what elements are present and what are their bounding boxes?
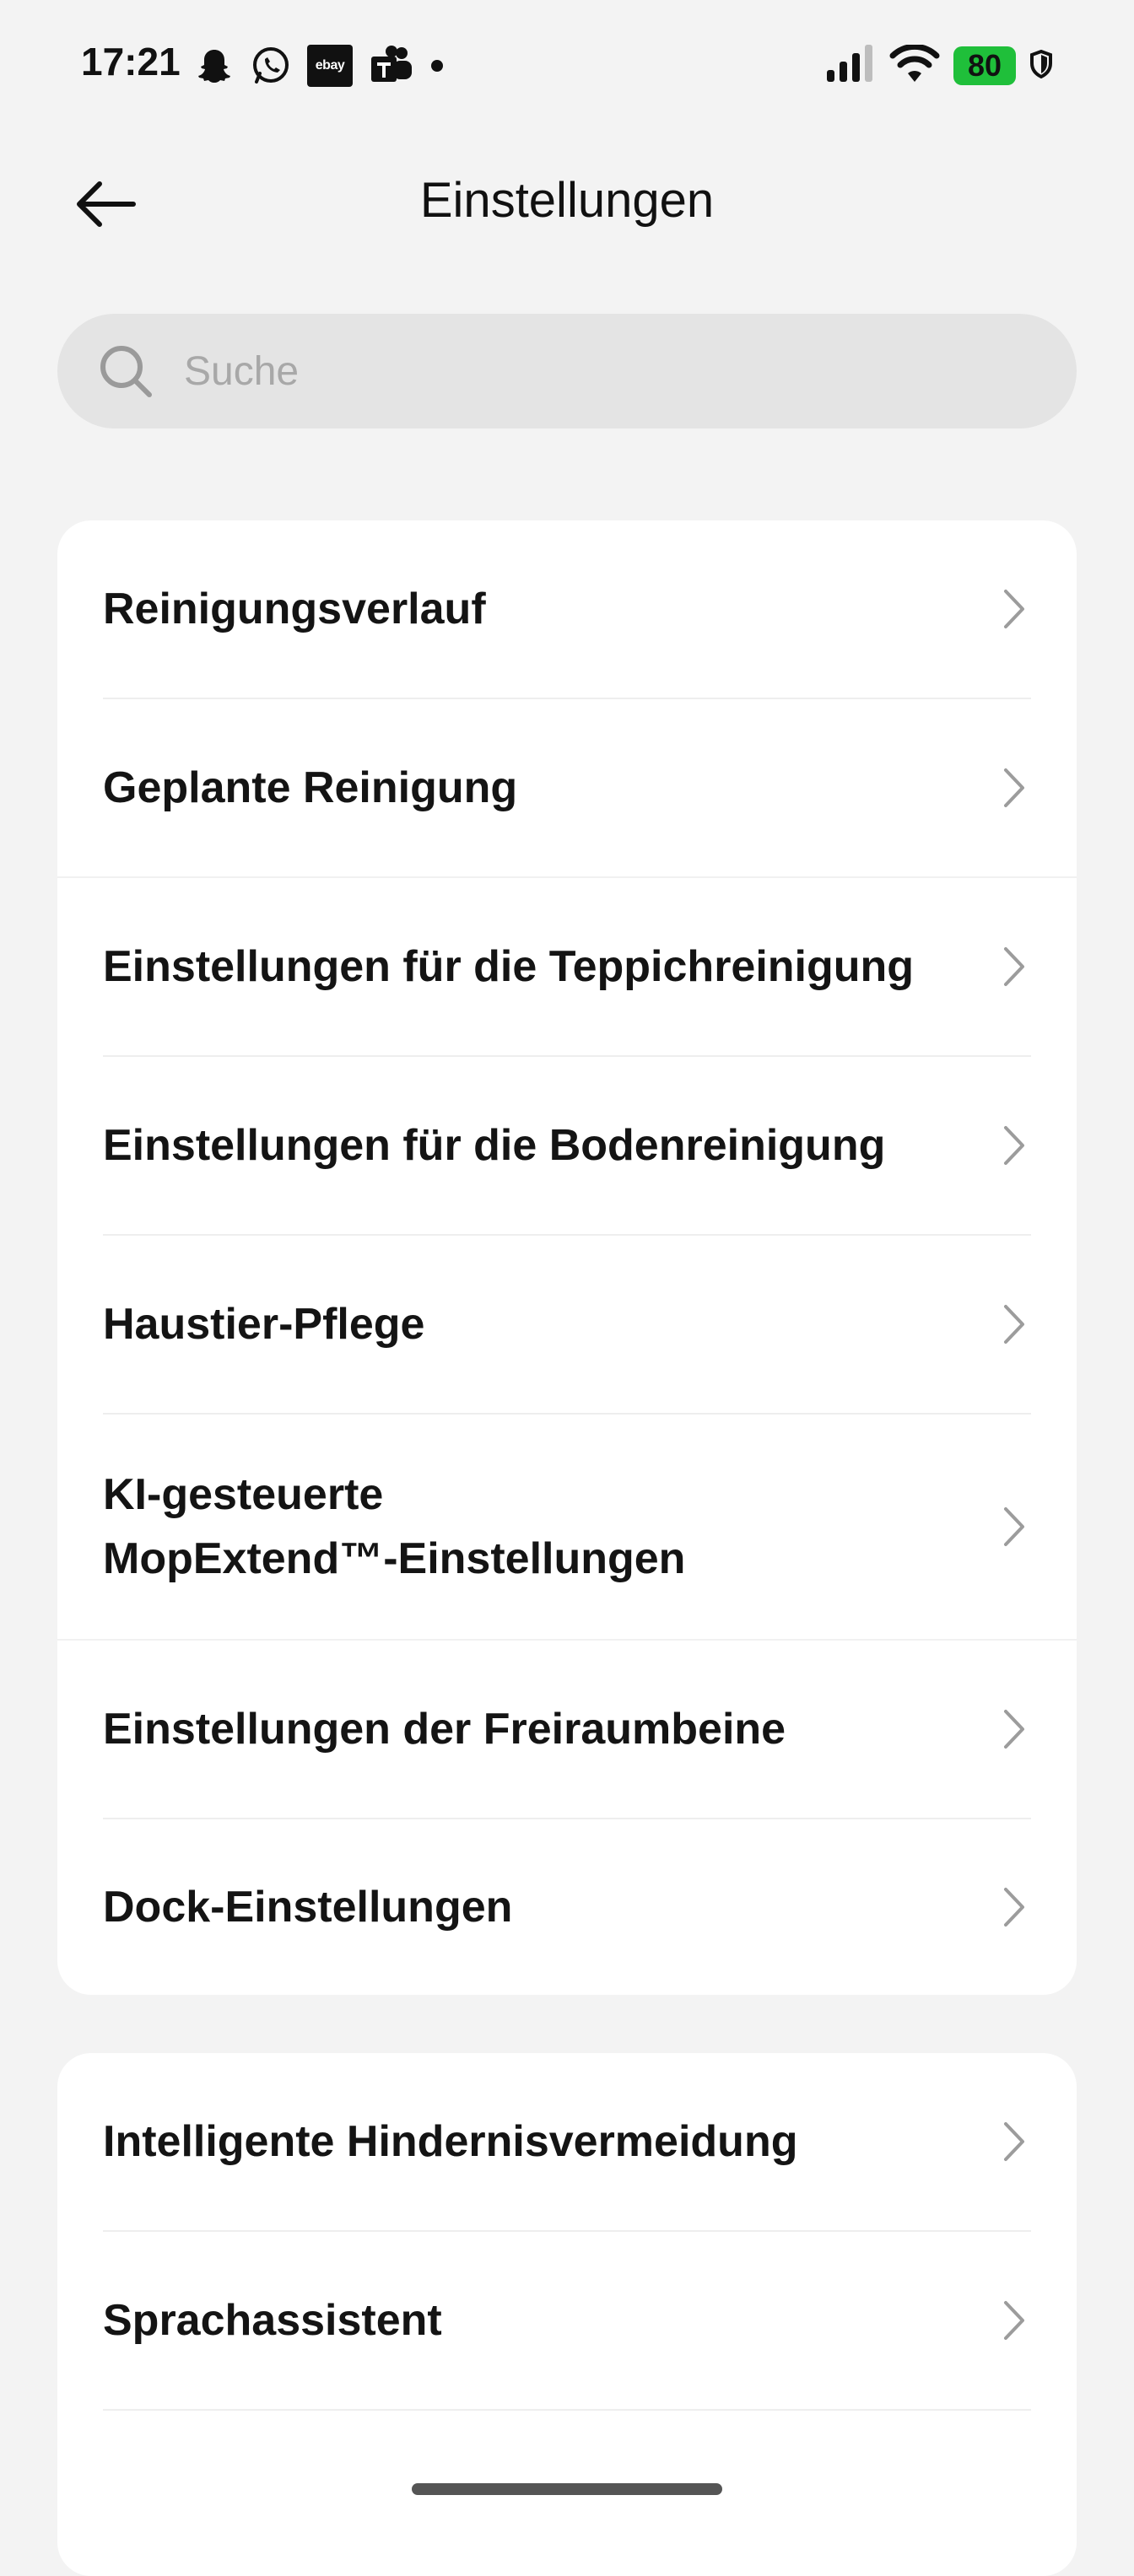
chevron-right-icon [997, 1882, 1031, 1932]
settings-item-sprachassistent[interactable]: Sprachassistent [57, 2232, 1077, 2409]
settings-item-label-line2: MopExtend™-Einstellungen [103, 1534, 686, 1583]
chevron-right-icon [997, 1299, 1031, 1350]
search-icon [98, 337, 165, 405]
settings-item-dock[interactable]: Dock-Einstellungen [57, 1819, 1077, 1995]
search-input[interactable] [182, 347, 942, 396]
chevron-right-icon [997, 1704, 1031, 1754]
settings-item-label: Haustier-Pflege [103, 1300, 425, 1349]
chevron-right-icon [997, 1501, 1031, 1552]
settings-item-mopextend[interactable]: KI-gesteuerte MopExtend™-Einstellungen [57, 1415, 1077, 1639]
dot-icon [429, 57, 446, 74]
snapchat-icon [194, 46, 235, 86]
settings-item-label: KI-gesteuerte MopExtend™-Einstellungen [103, 1463, 1031, 1591]
settings-item-reinigungsverlauf[interactable]: Reinigungsverlauf [57, 520, 1077, 698]
settings-item-label: Einstellungen der Freiraumbeine [103, 1705, 786, 1754]
system-icons: 80 [825, 42, 1053, 89]
header: Einstellungen [0, 152, 1134, 258]
settings-item-hindernisvermeidung[interactable]: Intelligente Hindernisvermeidung [57, 2053, 1077, 2230]
home-indicator[interactable] [412, 2483, 722, 2495]
settings-item-label: Reinigungsverlauf [103, 585, 486, 633]
teams-icon [368, 45, 413, 87]
settings-item-label-line1: KI-gesteuerte [103, 1470, 384, 1519]
status-time: 17:21 [81, 40, 181, 84]
search-bar[interactable] [57, 314, 1077, 428]
chevron-right-icon [997, 2295, 1031, 2346]
status-bar: 17:21 ebay 80 [0, 0, 1134, 127]
chevron-right-icon [997, 584, 1031, 634]
settings-item-bodenreinigung[interactable]: Einstellungen für die Bodenreinigung [57, 1057, 1077, 1234]
settings-item-label: Dock-Einstellungen [103, 1883, 513, 1932]
whatsapp-icon [250, 45, 292, 87]
settings-item-label: Einstellungen für die Bodenreinigung [103, 1121, 886, 1170]
settings-item-label: Sprachassistent [103, 2296, 442, 2345]
ebay-icon: ebay [307, 45, 353, 87]
signal-icon [825, 44, 876, 88]
chevron-right-icon [997, 1120, 1031, 1171]
settings-group-1: Reinigungsverlauf Geplante Reinigung Ein… [57, 520, 1077, 1995]
battery-icon: 80 [953, 46, 1016, 85]
settings-item-label: Einstellungen für die Teppichreinigung [103, 942, 915, 991]
settings-item-geplante-reinigung[interactable]: Geplante Reinigung [57, 699, 1077, 876]
chevron-right-icon [997, 941, 1031, 992]
settings-item-label: Intelligente Hindernisvermeidung [103, 2117, 798, 2166]
settings-item-haustier-pflege[interactable]: Haustier-Pflege [57, 1236, 1077, 1413]
notification-icons: ebay [194, 42, 446, 89]
shield-icon [1029, 49, 1053, 83]
chevron-right-icon [997, 763, 1031, 813]
settings-item-freiraumbeine[interactable]: Einstellungen der Freiraumbeine [57, 1641, 1077, 1818]
chevron-right-icon [997, 2116, 1031, 2167]
battery-level: 80 [967, 48, 1002, 83]
settings-item-label: Geplante Reinigung [103, 763, 518, 812]
divider [103, 2409, 1031, 2411]
settings-item-teppichreinigung[interactable]: Einstellungen für die Teppichreinigung [57, 878, 1077, 1055]
settings-group-2: Intelligente Hindernisvermeidung Spracha… [57, 2053, 1077, 2576]
wifi-icon [889, 43, 940, 88]
page-title: Einstellungen [419, 173, 715, 228]
